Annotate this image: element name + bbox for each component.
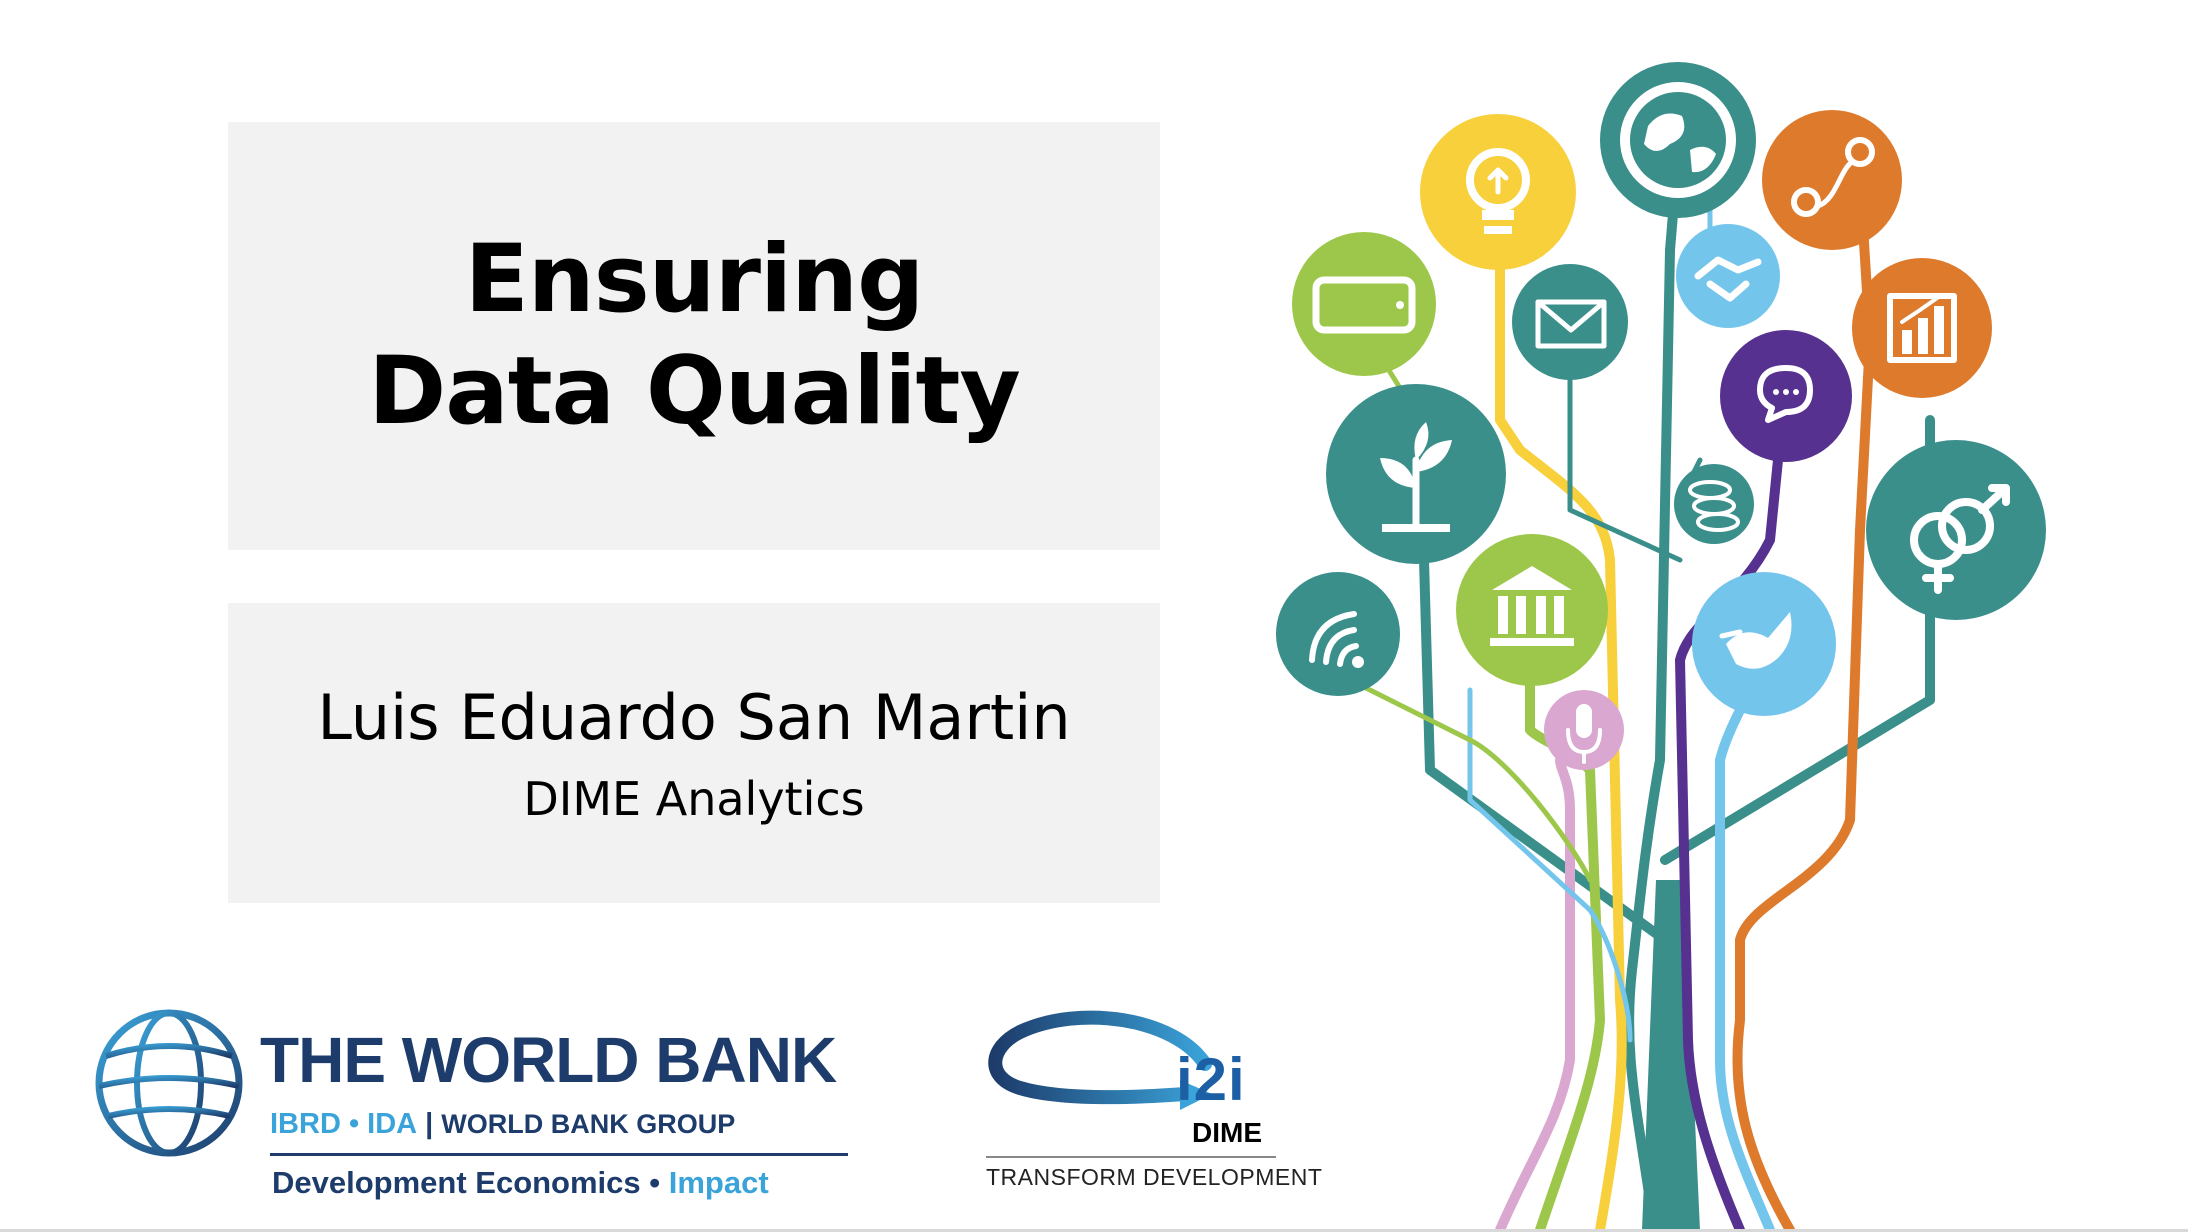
microphone-icon [1544,690,1624,770]
map-route-icon [1762,110,1902,250]
handshake-icon [1676,224,1780,328]
tagline-development-economics: Development Economics • [272,1165,669,1200]
tagline-impact: Impact [668,1165,769,1200]
title-box: Ensuring Data Quality [228,122,1160,550]
world-bank-name: THE WORLD BANK [260,1024,837,1096]
dime-label: DIME [1192,1117,1262,1148]
logo-divider [270,1153,848,1156]
world-bank-globe-icon [95,1009,243,1157]
lightbulb-icon [1420,114,1576,270]
tablet-icon [1292,232,1436,376]
plant-icon [1326,384,1506,564]
author-organization: DIME Analytics [523,772,865,826]
chart-icon [1852,258,1992,398]
dove-icon [1692,572,1836,716]
world-bank-subline: IBRD • IDA | WORLD BANK GROUP [270,1106,735,1142]
chat-icon [1720,330,1852,462]
i2i-mark: i2i [1176,1046,1246,1113]
world-bank-logo: THE WORLD BANK IBRD • IDA | WORLD BANK GRO… [92,1006,852,1206]
coins-icon [1674,464,1754,544]
logo-separator: | [425,1108,434,1140]
author-box: Luis Eduardo San Martin DIME Analytics [228,603,1160,903]
slide: Ensuring Data Quality Luis Eduardo San M… [0,0,2188,1232]
dime-divider [986,1156,1276,1158]
gender-icon [1866,440,2046,620]
world-bank-tagline: Development Economics • Impact [272,1163,769,1203]
dime-logo: i2i DIME TRANSFORM DEVELOPMENT [980,996,1322,1206]
wifi-icon [1276,572,1400,696]
tree-illustration [1276,62,2046,1230]
ibrd-ida-text: IBRD • IDA [270,1108,418,1140]
institution-icon [1456,534,1608,686]
world-bank-group-text: WORLD BANK GROUP [441,1109,736,1139]
author-name: Luis Eduardo San Martin [317,681,1071,754]
slide-title: Ensuring Data Quality [368,225,1020,446]
envelope-icon [1512,264,1628,380]
globe-icon [1600,62,1756,218]
